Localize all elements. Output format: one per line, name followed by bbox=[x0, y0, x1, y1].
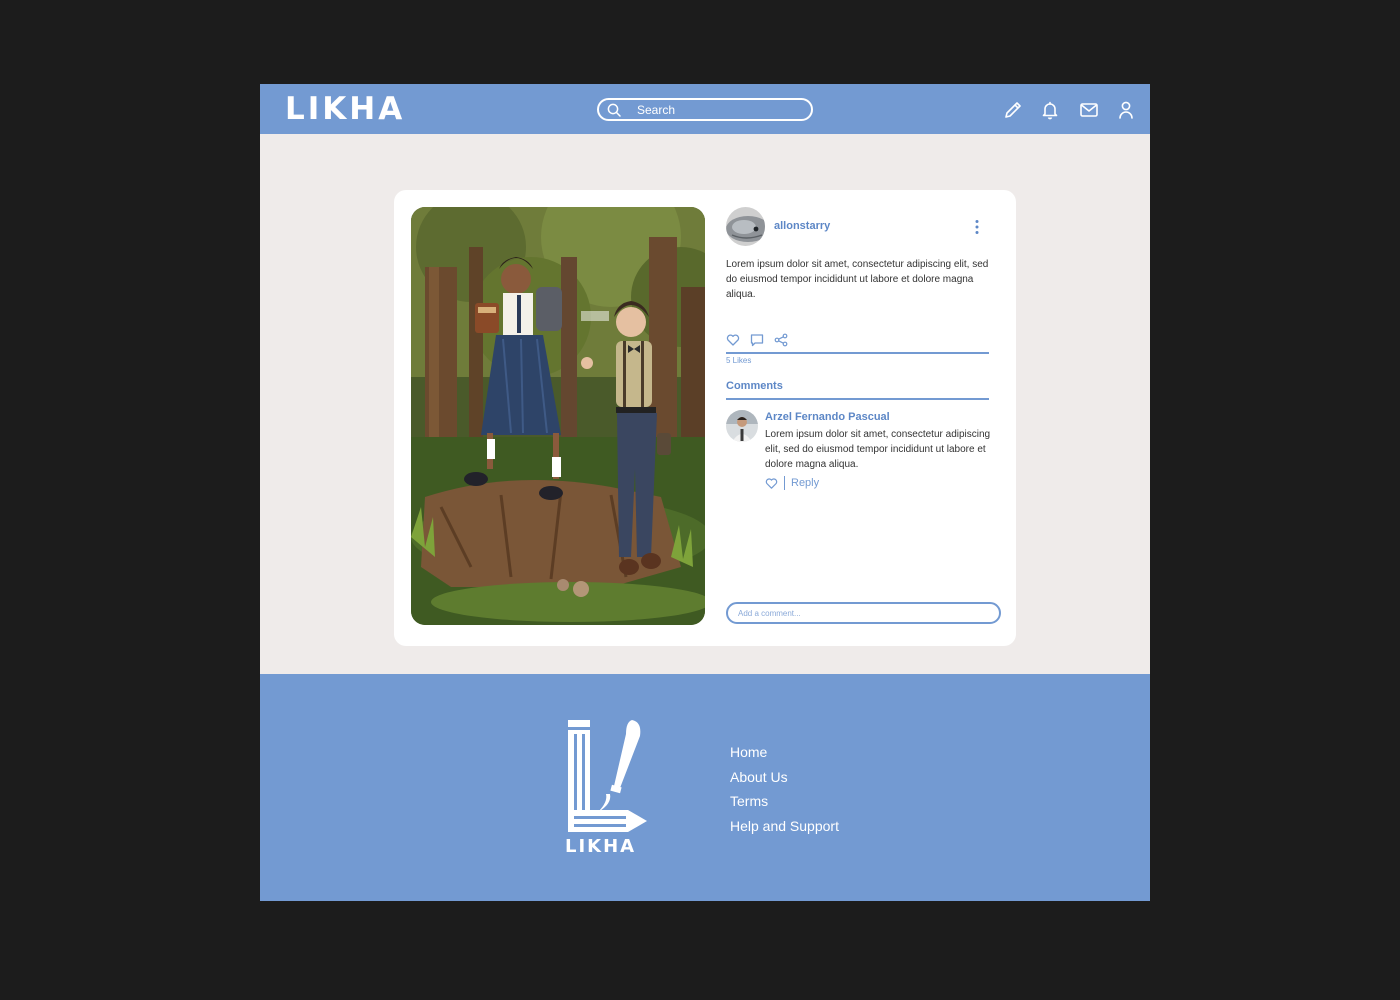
post-username[interactable]: allonstarry bbox=[774, 220, 830, 232]
divider bbox=[726, 398, 989, 400]
bell-icon[interactable] bbox=[1039, 99, 1061, 121]
comment-icon bbox=[750, 334, 764, 347]
search-bar[interactable]: Search bbox=[597, 98, 813, 121]
footer-link-home[interactable]: Home bbox=[730, 740, 839, 765]
more-options-icon[interactable] bbox=[970, 218, 984, 236]
footer-link-terms[interactable]: Terms bbox=[730, 789, 839, 814]
likes-count[interactable]: 5 Likes bbox=[726, 356, 751, 365]
footer-link-help[interactable]: Help and Support bbox=[730, 814, 839, 839]
commenter-avatar[interactable] bbox=[726, 410, 758, 442]
user-icon[interactable] bbox=[1115, 99, 1137, 121]
comments-heading: Comments bbox=[726, 380, 783, 392]
comment-button[interactable] bbox=[750, 333, 764, 347]
likha-pencil-brush-logo[interactable] bbox=[560, 718, 650, 836]
likha-logo[interactable]: LIKHA bbox=[285, 92, 405, 126]
page-frame: LIKHA Search allonstarry Lorem ipsum dol… bbox=[260, 84, 1150, 901]
mail-icon[interactable] bbox=[1078, 99, 1100, 121]
add-comment-input[interactable] bbox=[726, 602, 1001, 624]
search-icon bbox=[607, 103, 621, 117]
pencil-icon[interactable] bbox=[1002, 99, 1024, 121]
share-button[interactable] bbox=[774, 333, 788, 347]
post-artwork[interactable] bbox=[411, 207, 705, 625]
comment-action-divider bbox=[784, 476, 785, 490]
reply-button[interactable]: Reply bbox=[791, 477, 819, 489]
footer-link-about[interactable]: About Us bbox=[730, 765, 839, 790]
footer: LIKHA Home About Us Terms Help and Suppo… bbox=[260, 674, 1150, 901]
user-avatar[interactable] bbox=[726, 207, 765, 246]
like-button[interactable] bbox=[726, 333, 740, 347]
search-placeholder[interactable]: Search bbox=[637, 103, 675, 117]
share-icon bbox=[774, 333, 788, 347]
comment-text: Lorem ipsum dolor sit amet, consectetur … bbox=[765, 429, 991, 470]
divider bbox=[726, 352, 989, 354]
top-navbar: LIKHA Search bbox=[260, 84, 1150, 134]
post-card: allonstarry Lorem ipsum dolor sit amet, … bbox=[394, 190, 1016, 646]
comment-like-icon[interactable] bbox=[765, 477, 778, 490]
footer-links: Home About Us Terms Help and Support bbox=[730, 740, 839, 838]
comment-author[interactable]: Arzel Fernando Pascual bbox=[765, 411, 890, 423]
heart-icon bbox=[726, 334, 740, 346]
post-caption: Lorem ipsum dolor sit amet, consectetur … bbox=[726, 259, 989, 300]
footer-brand-name: LIKHA bbox=[565, 836, 637, 857]
post-actions bbox=[726, 333, 788, 347]
